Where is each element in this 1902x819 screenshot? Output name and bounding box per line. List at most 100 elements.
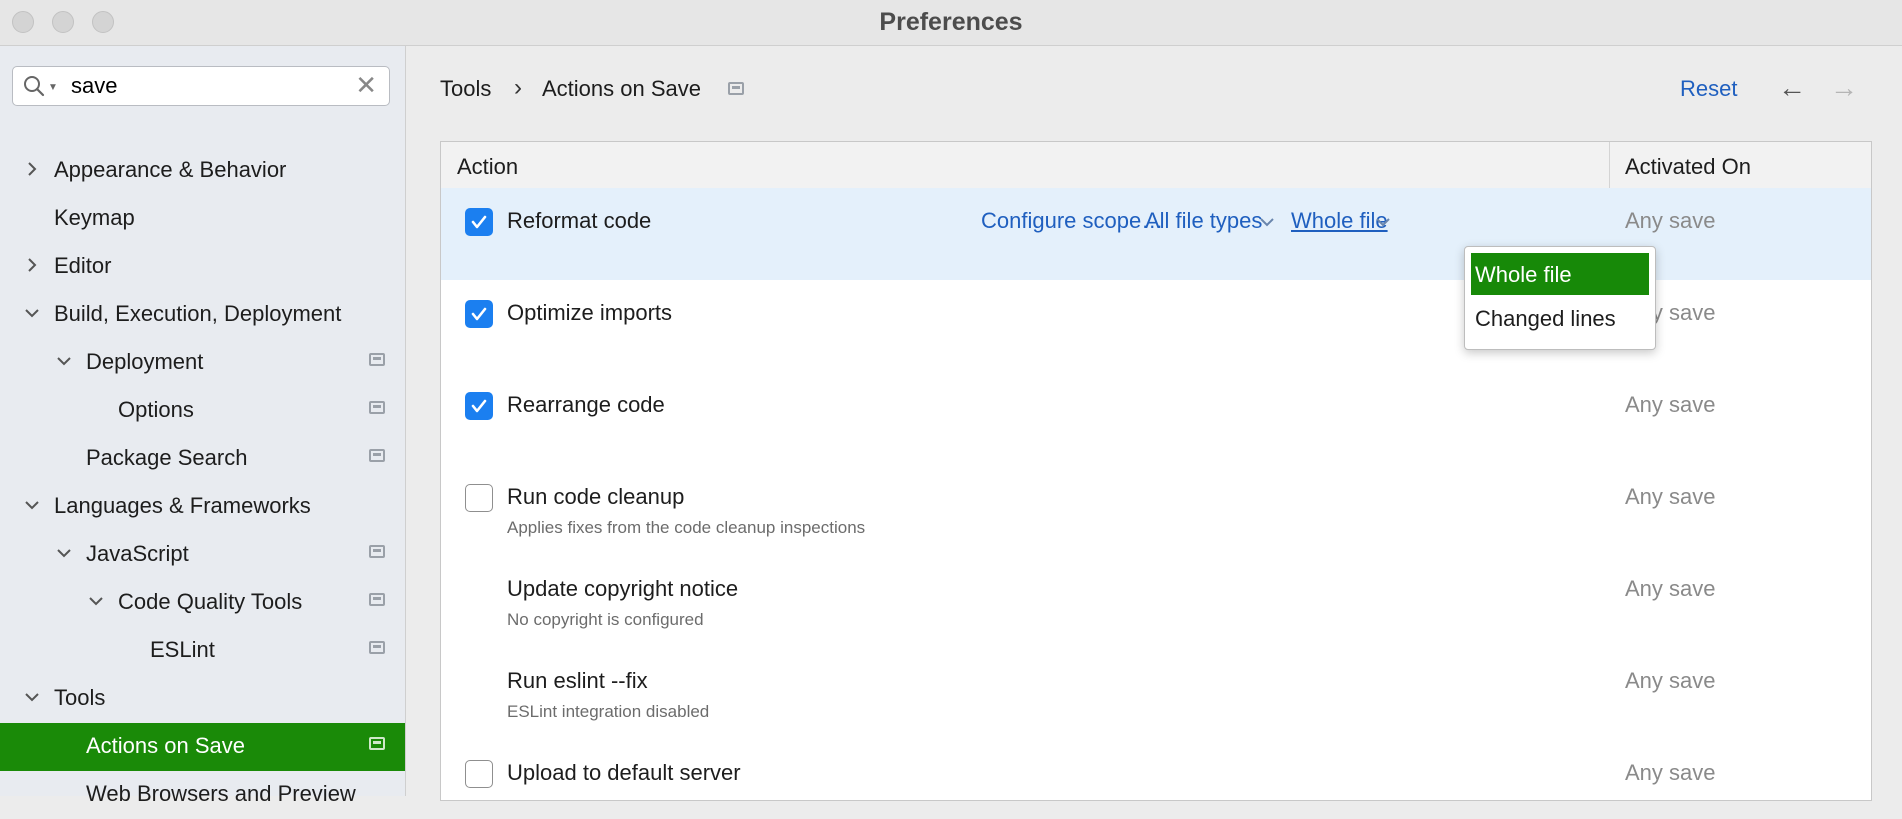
file-types-dropdown[interactable]: All file types: [1145, 208, 1262, 234]
table-header: Action Activated On: [441, 142, 1871, 189]
clear-search-icon[interactable]: ✕: [355, 71, 377, 99]
sidebar-item-code-quality-tools[interactable]: Code Quality Tools: [0, 579, 405, 627]
chevron-down-icon[interactable]: [22, 495, 42, 515]
action-description: No copyright is configured: [507, 610, 704, 629]
menu-item-whole-file[interactable]: Whole file: [1471, 253, 1649, 295]
sidebar-item-keymap[interactable]: Keymap: [0, 195, 405, 243]
menu-item-label: Whole file: [1475, 262, 1572, 287]
action-label: Optimize imports: [507, 300, 673, 325]
sidebar-item-appearance-behavior[interactable]: Appearance & Behavior: [0, 147, 405, 195]
optimize-imports-checkbox[interactable]: [465, 300, 493, 328]
action-label: Run code cleanup: [507, 484, 685, 509]
table-row-upload-to-default-server[interactable]: Upload to default server Any save: [441, 740, 1871, 800]
project-level-icon: [728, 82, 744, 95]
chevron-down-icon[interactable]: [86, 591, 106, 611]
sidebar-item-eslint[interactable]: ESLint: [0, 627, 405, 675]
sidebar-item-javascript[interactable]: JavaScript: [0, 531, 405, 579]
window-title: Preferences: [879, 8, 1023, 36]
action-description: ESLint integration disabled: [507, 702, 710, 721]
table-row-update-copyright-notice: Update copyright notice No copyright is …: [441, 556, 1871, 648]
sidebar-item-label: Appearance & Behavior: [54, 157, 287, 182]
search-options-chevron-icon[interactable]: ▼: [48, 82, 58, 93]
sidebar-item-label: Package Search: [86, 445, 248, 470]
sidebar-item-web-browsers-preview[interactable]: Web Browsers and Preview: [0, 771, 405, 819]
project-level-icon: [369, 449, 385, 462]
activated-on-value: Any save: [1625, 668, 1716, 693]
sidebar-item-actions-on-save[interactable]: Actions on Save: [0, 723, 405, 771]
action-label: Rearrange code: [507, 392, 665, 417]
scope-dropdown[interactable]: Whole file: [1291, 208, 1388, 234]
activated-on-value: Any save: [1625, 760, 1716, 785]
action-description: Applies fixes from the code cleanup insp…: [507, 518, 866, 537]
chevron-down-icon[interactable]: [54, 543, 74, 563]
table-row-run-code-cleanup[interactable]: Run code cleanup Applies fixes from the …: [441, 464, 1871, 556]
breadcrumb-item-tools[interactable]: Tools: [440, 76, 491, 102]
sidebar-item-label: Editor: [54, 253, 112, 278]
search-icon[interactable]: [22, 74, 46, 98]
column-divider[interactable]: [1609, 142, 1610, 188]
activated-on-value: Any save: [1625, 484, 1716, 509]
sidebar-item-label: ESLint: [150, 637, 215, 662]
reformat-code-checkbox[interactable]: [465, 208, 493, 236]
sidebar-item-label: JavaScript: [86, 541, 189, 566]
action-label: Reformat code: [507, 208, 652, 233]
chevron-down-icon[interactable]: [22, 687, 42, 707]
project-level-icon: [369, 641, 385, 654]
upload-to-default-server-checkbox[interactable]: [465, 760, 493, 788]
chevron-down-icon[interactable]: [22, 303, 42, 323]
chevron-down-icon[interactable]: [54, 351, 74, 371]
run-code-cleanup-checkbox[interactable]: [465, 484, 493, 512]
sidebar-item-label: Deployment: [86, 349, 204, 374]
table-row-optimize-imports[interactable]: Optimize imports Al Any save: [441, 280, 1871, 372]
scope-dropdown-menu: Whole file Changed lines: [1464, 246, 1656, 350]
action-label: Update copyright notice: [507, 576, 739, 601]
search-input[interactable]: [71, 73, 341, 99]
action-label: Upload to default server: [507, 760, 741, 785]
menu-item-changed-lines[interactable]: Changed lines: [1471, 297, 1649, 339]
title-bar: Preferences: [0, 0, 1902, 46]
activated-on-value: Any save: [1625, 392, 1716, 417]
chevron-down-icon[interactable]: [1375, 216, 1391, 228]
sidebar-item-label: Code Quality Tools: [118, 589, 303, 614]
sidebar-item-package-search[interactable]: Package Search: [0, 435, 405, 483]
configure-scope-link[interactable]: Configure scope…: [981, 208, 1163, 234]
table-row-rearrange-code[interactable]: Rearrange code Any save: [441, 372, 1871, 464]
sidebar-item-deployment[interactable]: Deployment: [0, 339, 405, 387]
settings-content: Tools › Actions on Save Reset ← → Action…: [406, 46, 1902, 801]
project-level-icon: [369, 593, 385, 606]
sidebar-item-label: Tools: [54, 685, 106, 710]
project-level-icon: [369, 545, 385, 558]
breadcrumb-item-actions-on-save: Actions on Save: [542, 76, 701, 101]
sidebar-item-tools[interactable]: Tools: [0, 675, 405, 723]
chevron-right-icon[interactable]: [22, 255, 42, 275]
project-level-icon: [369, 401, 385, 414]
checkmark-icon: [471, 215, 487, 229]
project-level-icon: [369, 353, 385, 366]
sidebar-item-label: Actions on Save: [86, 733, 245, 758]
sidebar-item-label: Options: [118, 397, 194, 422]
sidebar-item-label: Web Browsers and Preview: [86, 781, 356, 806]
settings-sidebar: ▼ ✕ Appearance & Behavior Keymap Editor …: [0, 46, 406, 806]
breadcrumb-separator: ›: [514, 74, 522, 101]
table-row-run-eslint-fix: Run eslint --fix ESLint integration disa…: [441, 648, 1871, 740]
action-label: Run eslint --fix: [507, 668, 648, 693]
checkmark-icon: [471, 307, 487, 321]
activated-on-value: Any save: [1625, 208, 1716, 233]
sidebar-item-label: Languages & Frameworks: [54, 493, 311, 518]
table-row-reformat-code[interactable]: Reformat code Configure scope… All file …: [441, 188, 1871, 280]
column-header-action: Action: [457, 154, 519, 179]
chevron-right-icon[interactable]: [22, 159, 42, 179]
forward-arrow-icon[interactable]: →: [1830, 74, 1858, 102]
sidebar-item-options[interactable]: Options: [0, 387, 405, 435]
back-arrow-icon[interactable]: ←: [1778, 74, 1806, 102]
sidebar-item-label: Build, Execution, Deployment: [54, 301, 342, 326]
sidebar-item-build-execution-deployment[interactable]: Build, Execution, Deployment: [0, 291, 405, 339]
search-box[interactable]: ▼ ✕: [12, 66, 390, 106]
rearrange-code-checkbox[interactable]: [465, 392, 493, 420]
sidebar-item-editor[interactable]: Editor: [0, 243, 405, 291]
column-header-activated-on: Activated On: [1625, 154, 1751, 179]
chevron-down-icon[interactable]: [1259, 216, 1275, 228]
reset-link[interactable]: Reset: [1680, 76, 1737, 102]
actions-table: Action Activated On Reformat code Config…: [440, 141, 1872, 801]
sidebar-item-languages-frameworks[interactable]: Languages & Frameworks: [0, 483, 405, 531]
